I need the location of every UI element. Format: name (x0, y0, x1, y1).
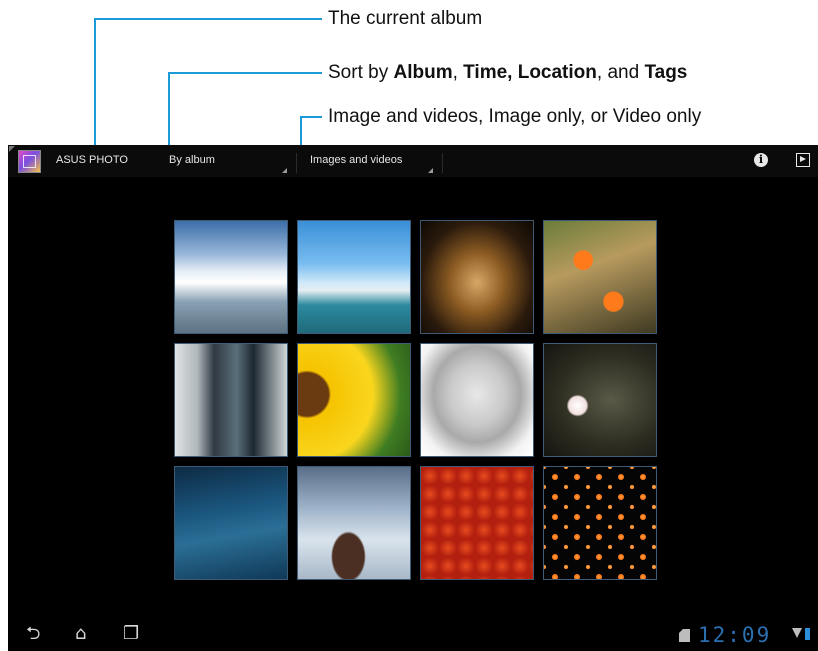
clownfish-anemone-photo[interactable] (543, 220, 657, 334)
gallery-screen: ASUS PHOTO By album Images and videos i … (8, 145, 818, 651)
couple-walking-photo[interactable] (174, 343, 288, 457)
asus-photo-app-icon[interactable] (18, 150, 41, 173)
back-icon[interactable]: ⮌ (26, 625, 40, 643)
recent-apps-icon[interactable]: ❐ (123, 625, 139, 643)
action-bar: ASUS PHOTO By album Images and videos i (8, 145, 818, 177)
red-lanterns-photo[interactable] (420, 466, 534, 580)
misty-rock-photo[interactable] (297, 466, 411, 580)
dropdown-corner-icon (428, 168, 433, 173)
dropdown-corner-icon (282, 168, 287, 173)
callout-line-sort (168, 72, 170, 155)
app-title[interactable]: ASUS PHOTO (56, 154, 128, 166)
blue-water-photo[interactable] (174, 466, 288, 580)
system-bar: ⮌ ⌂ ❐ 12:09 (8, 617, 818, 651)
callout-sort-prefix: Sort by (328, 62, 394, 83)
annotation-callouts: The current album Sort by Album, Time, L… (0, 0, 818, 651)
sky-lanterns-photo[interactable] (543, 466, 657, 580)
white-blossom-photo[interactable] (543, 343, 657, 457)
callout-line-current-album-h (94, 18, 322, 20)
cloudy-sky-photo[interactable] (174, 220, 288, 334)
callout-sort-by: Sort by Album, Time, Location, and Tags (328, 61, 687, 85)
harbor-boats-photo[interactable] (297, 220, 411, 334)
callout-line-filter-h (300, 116, 322, 118)
media-filter-spinner[interactable]: Images and videos (302, 149, 443, 175)
callout-sort-tags: Tags (644, 62, 688, 83)
slideshow-play-icon[interactable] (796, 153, 810, 167)
corner-indicator-icon (9, 146, 15, 152)
battery-icon (805, 628, 810, 640)
sort-spinner[interactable]: By album (161, 149, 297, 175)
sleeping-kitten-photo[interactable] (420, 343, 534, 457)
status-clock[interactable]: 12:09 (698, 623, 771, 647)
callout-sort-time-location: Time, Location (463, 62, 597, 83)
app-icon-frame (23, 155, 36, 168)
lit-arcade-photo[interactable] (420, 220, 534, 334)
callout-sort-sep2: , and (596, 62, 645, 83)
callout-media-filter: Image and videos, Image only, or Video o… (328, 106, 702, 127)
callout-sort-sep1: , (452, 62, 464, 83)
wifi-icon (792, 628, 802, 638)
callout-current-album: The current album (328, 8, 483, 29)
callout-sort-album: Album (393, 62, 453, 83)
home-icon[interactable]: ⌂ (75, 625, 86, 643)
info-icon[interactable]: i (754, 153, 768, 167)
spinner-divider (442, 153, 443, 173)
sd-card-icon (679, 629, 690, 642)
spinner-divider (296, 153, 297, 173)
media-filter-spinner-label: Images and videos (310, 154, 403, 166)
callout-line-current-album (94, 18, 96, 155)
sort-spinner-label: By album (169, 154, 215, 166)
sunflower-photo[interactable] (297, 343, 411, 457)
callout-line-sort-h (168, 72, 322, 74)
